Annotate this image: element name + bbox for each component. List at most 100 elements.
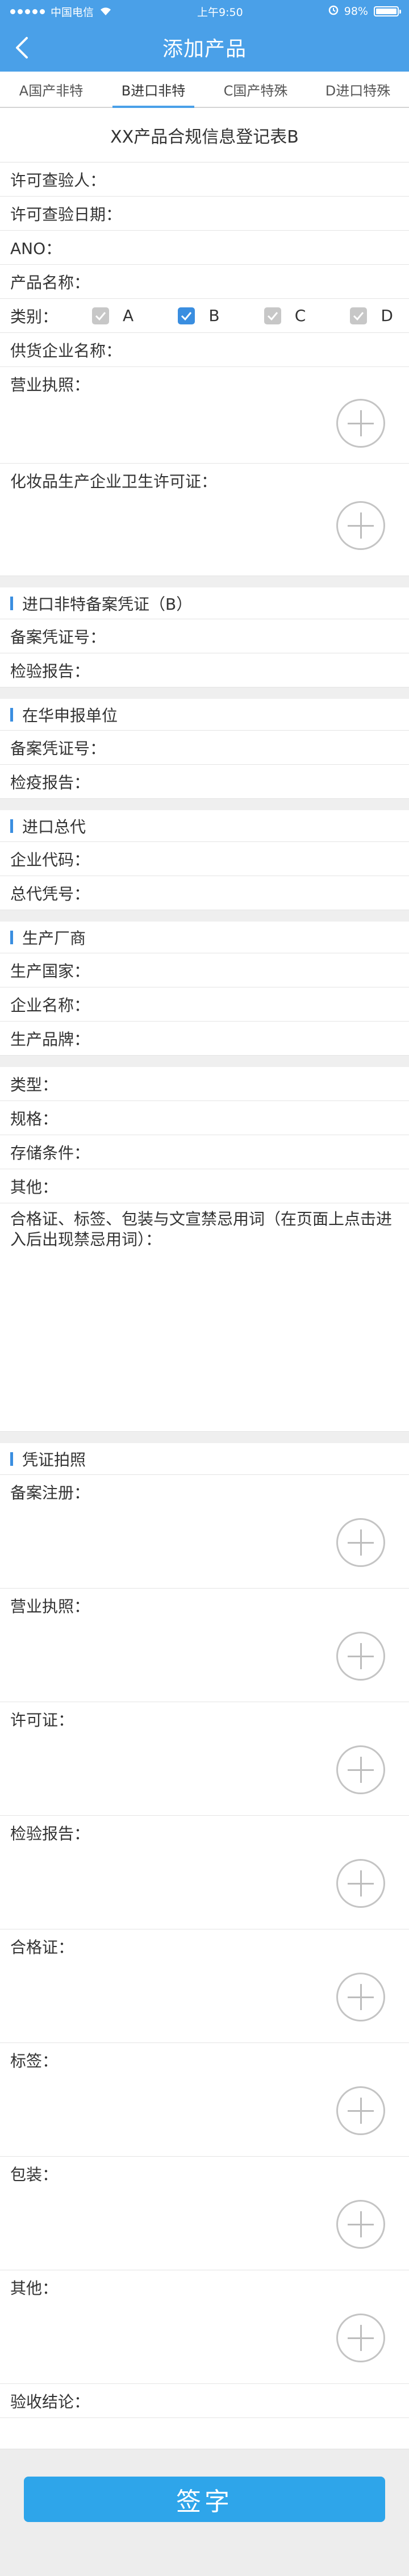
agent-code-row[interactable]: 企业代码： — [0, 842, 409, 876]
section-marker — [10, 596, 13, 610]
china-report-input[interactable] — [90, 765, 399, 798]
country-input[interactable] — [90, 953, 399, 987]
photo-label: 检验报告： — [10, 1824, 90, 1843]
checkbox-icon — [92, 307, 110, 324]
add-photo-icon[interactable] — [336, 2086, 385, 2135]
company-input[interactable] — [90, 987, 399, 1021]
storage-row[interactable]: 存储条件： — [0, 1135, 409, 1169]
checkbox-label: B — [208, 306, 220, 325]
hygiene-license-upload: 化妆品生产企业卫生许可证： — [0, 464, 409, 576]
inspector-label: 许可查验人： — [10, 170, 106, 190]
inspect-date-input[interactable] — [122, 197, 399, 230]
add-photo-icon[interactable] — [336, 1973, 385, 2021]
add-photo-icon[interactable] — [336, 1632, 385, 1681]
supplier-label: 供货企业名称： — [10, 341, 122, 360]
checkbox-icon — [264, 307, 281, 324]
checkbox-b[interactable]: B — [178, 306, 220, 325]
import-report-row[interactable]: 检验报告： — [0, 653, 409, 687]
country-label: 生产国家： — [10, 961, 90, 981]
add-product-page: 中国电信 上午9:50 98% 添加产品 A国产非特 B进口非特 C国产特殊 D… — [0, 0, 409, 2576]
section-title: 进口总代 — [22, 817, 86, 836]
type-label: 类型： — [10, 1075, 59, 1094]
category-tabs: A国产非特 B进口非特 C国产特殊 D进口特殊 — [0, 72, 409, 108]
type-row[interactable]: 类型： — [0, 1067, 409, 1101]
product-name-label: 产品名称： — [10, 273, 90, 292]
storage-input[interactable] — [90, 1135, 399, 1169]
business-license-label: 营业执照： — [10, 376, 90, 394]
type-input[interactable] — [58, 1067, 399, 1101]
inspector-row[interactable]: 许可查验人： — [0, 162, 409, 197]
section-divider — [0, 576, 409, 587]
report-label: 检疫报告： — [10, 773, 90, 792]
add-photo-icon[interactable] — [336, 1745, 385, 1794]
add-photo-icon[interactable] — [336, 1518, 385, 1567]
supplier-input[interactable] — [122, 333, 399, 366]
conclusion-input[interactable] — [90, 2384, 399, 2417]
form-title: XX产品合规信息登记表B — [0, 108, 409, 162]
carrier-label: 中国电信 — [51, 6, 94, 19]
checkbox-a[interactable]: A — [92, 306, 133, 325]
checkbox-c[interactable]: C — [264, 306, 306, 325]
china-report-row[interactable]: 检疫报告： — [0, 765, 409, 799]
agent-cert-input[interactable] — [90, 876, 399, 910]
tab-d[interactable]: D进口特殊 — [307, 72, 409, 107]
category-checkboxes: A B C D — [92, 306, 393, 325]
footer: 签字 — [0, 2449, 409, 2576]
import-cert-row[interactable]: 备案凭证号： — [0, 619, 409, 653]
spec-input[interactable] — [58, 1101, 399, 1135]
other-input[interactable] — [58, 1169, 399, 1203]
page-title: 添加产品 — [162, 37, 247, 61]
photo-upload-certificate: 合格证： — [0, 1929, 409, 2043]
category-row: 类别： A B C D — [0, 299, 409, 333]
section-header-agent: 进口总代 — [0, 810, 409, 842]
tab-b[interactable]: B进口非特 — [102, 72, 204, 108]
sign-button[interactable]: 签字 — [24, 2477, 385, 2522]
add-photo-icon[interactable] — [336, 2200, 385, 2249]
chevron-left-icon — [16, 37, 28, 59]
ano-input[interactable] — [61, 231, 399, 264]
china-cert-row[interactable]: 备案凭证号： — [0, 731, 409, 765]
spec-row[interactable]: 规格： — [0, 1101, 409, 1135]
brand-row[interactable]: 生产品牌： — [0, 1022, 409, 1056]
ano-label: ANO： — [10, 239, 62, 258]
inspect-date-label: 许可查验日期： — [10, 205, 122, 224]
company-row[interactable]: 企业名称： — [0, 987, 409, 1022]
section-divider — [0, 799, 409, 810]
inspector-input[interactable] — [106, 162, 399, 196]
other-label: 其他： — [10, 1177, 59, 1197]
agent-cert-row[interactable]: 总代凭号： — [0, 876, 409, 910]
add-photo-icon[interactable] — [336, 501, 385, 550]
brand-label: 生产品牌： — [10, 1029, 90, 1049]
country-row[interactable]: 生产国家： — [0, 953, 409, 987]
add-photo-icon[interactable] — [336, 2314, 385, 2362]
checkbox-d[interactable]: D — [350, 306, 393, 325]
inspect-date-row[interactable]: 许可查验日期： — [0, 197, 409, 231]
conclusion-row[interactable]: 验收结论： — [0, 2384, 409, 2418]
tab-c[interactable]: C国产特殊 — [204, 72, 307, 107]
section-divider — [0, 1056, 409, 1067]
product-name-row[interactable]: 产品名称： — [0, 265, 409, 299]
ano-row[interactable]: ANO： — [0, 231, 409, 265]
add-photo-icon[interactable] — [336, 399, 385, 448]
add-photo-icon[interactable] — [336, 1859, 385, 1908]
product-name-input[interactable] — [90, 265, 399, 298]
battery-icon — [373, 6, 401, 16]
checkbox-checked-icon — [178, 307, 195, 324]
section-header-import: 进口非特备案凭证（B） — [0, 587, 409, 619]
photo-label: 营业执照： — [10, 1597, 90, 1616]
back-button[interactable] — [8, 34, 35, 61]
other-row[interactable]: 其他： — [0, 1169, 409, 1203]
import-report-input[interactable] — [90, 653, 399, 687]
supplier-row[interactable]: 供货企业名称： — [0, 333, 409, 367]
forbidden-words-field[interactable]: 合格证、标签、包装与文宣禁忌用词（在页面上点击进入后出现禁忌用词）： — [0, 1203, 409, 1432]
top-bar: 中国电信 上午9:50 98% 添加产品 — [0, 0, 409, 72]
tab-a[interactable]: A国产非特 — [0, 72, 102, 107]
business-license-upload: 营业执照： — [0, 367, 409, 464]
agent-code-input[interactable] — [90, 842, 399, 876]
checkbox-label: D — [381, 306, 393, 325]
china-cert-input[interactable] — [106, 731, 399, 764]
section-title: 在华申报单位 — [22, 706, 118, 725]
brand-input[interactable] — [90, 1022, 399, 1055]
import-cert-input[interactable] — [106, 619, 399, 653]
nav-bar: 添加产品 — [0, 23, 409, 72]
